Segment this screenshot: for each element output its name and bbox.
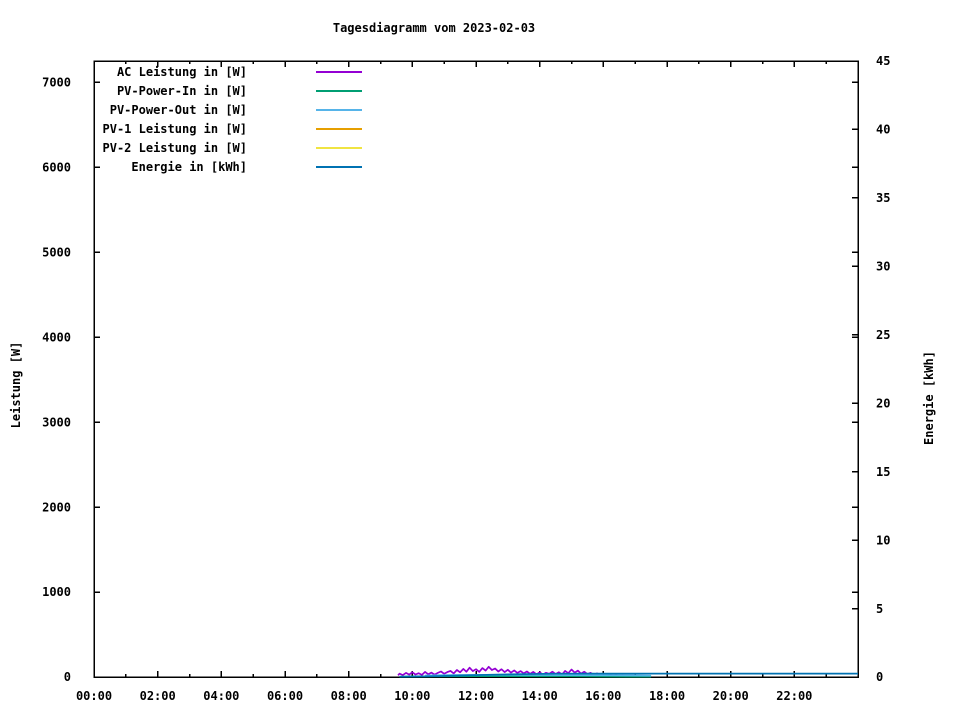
x-tick-label: 08:00 xyxy=(331,689,367,703)
legend-label-pv-1-leistung-in-w: PV-1 Leistung in [W] xyxy=(103,122,248,136)
x-tick-label: 22:00 xyxy=(776,689,812,703)
x-tick-label: 16:00 xyxy=(585,689,621,703)
y-left-axis-title: Leistung [W] xyxy=(9,341,23,429)
legend-label-pv-power-in-in-w: PV-Power-In in [W] xyxy=(117,84,247,98)
y-left-tick-label: 3000 xyxy=(42,415,71,429)
y-right-tick-label: 0 xyxy=(876,670,883,684)
y-left-tick-label: 0 xyxy=(64,670,71,684)
y-right-tick-label: 20 xyxy=(876,396,890,410)
x-tick-label: 12:00 xyxy=(458,689,494,703)
x-tick-label: 10:00 xyxy=(394,689,430,703)
y-right-tick-label: 30 xyxy=(876,260,890,274)
y-left-tick-label: 2000 xyxy=(42,500,71,514)
x-tick-label: 02:00 xyxy=(140,689,176,703)
x-tick-label: 00:00 xyxy=(76,689,112,703)
y-right-tick-label: 15 xyxy=(876,465,890,479)
x-tick-label: 20:00 xyxy=(713,689,749,703)
y-left-tick-label: 6000 xyxy=(42,160,71,174)
y-right-tick-label: 25 xyxy=(876,328,890,342)
y-left-tick-label: 5000 xyxy=(42,245,71,259)
x-tick-label: 18:00 xyxy=(649,689,685,703)
y-right-axis-title: Energie [kWh] xyxy=(922,351,936,445)
chart-title: Tagesdiagramm vom 2023-02-03 xyxy=(332,21,536,35)
y-right-tick-label: 10 xyxy=(876,533,890,547)
x-tick-label: 06:00 xyxy=(267,689,303,703)
y-left-tick-label: 7000 xyxy=(42,75,71,89)
legend-label-energie-in-kwh: Energie in [kWh] xyxy=(131,160,247,174)
legend-label-pv-2-leistung-in-w: PV-2 Leistung in [W] xyxy=(103,141,248,155)
y-left-tick-label: 4000 xyxy=(42,330,71,344)
y-right-tick-label: 45 xyxy=(876,54,890,68)
y-left-tick-label: 1000 xyxy=(42,585,71,599)
y-right-tick-label: 5 xyxy=(876,602,883,616)
legend-label-ac-leistung-in-w: AC Leistung in [W] xyxy=(117,65,247,79)
x-tick-label: 04:00 xyxy=(203,689,239,703)
plot-area: 00:00 02:00 04:00 06:00 08:00 10:00 12:00 14:00… xyxy=(42,54,890,703)
legend-label-pv-power-out-in-w: PV-Power-Out in [W] xyxy=(110,103,247,117)
y-right-tick-label: 35 xyxy=(876,191,890,205)
x-tick-label: 14:00 xyxy=(522,689,558,703)
y-right-tick-label: 40 xyxy=(876,123,890,137)
